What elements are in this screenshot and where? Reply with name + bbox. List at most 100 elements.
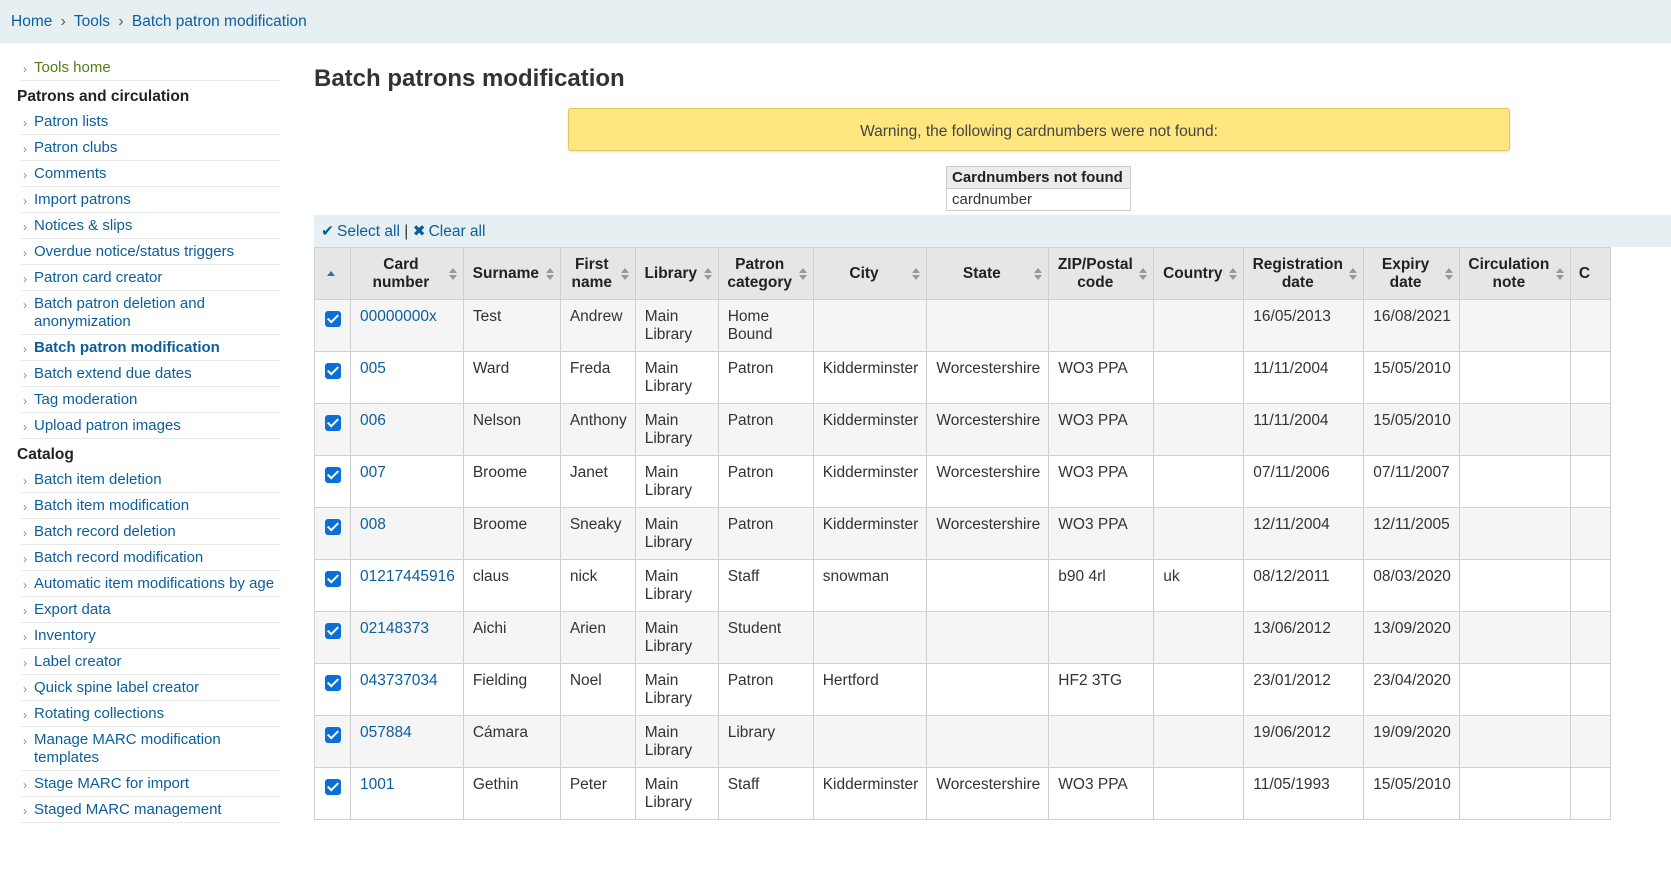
row-checkbox[interactable]	[324, 467, 341, 483]
row-checkbox[interactable]	[324, 727, 341, 743]
column-header-library[interactable]: Library	[634, 247, 719, 300]
sidebar-item-export-data[interactable]: › Export data	[21, 597, 279, 623]
card-number-link[interactable]: 02148373	[360, 620, 429, 637]
column-header-state[interactable]: State	[926, 247, 1050, 300]
sidebar-item-label[interactable]: Stage MARC for import	[34, 775, 189, 792]
sidebar-item-label[interactable]: Export data	[34, 601, 111, 618]
sidebar-item-label[interactable]: Quick spine label creator	[34, 679, 199, 696]
column-header-select[interactable]	[314, 247, 351, 300]
sidebar-item-label[interactable]: Import patrons	[34, 191, 131, 208]
sidebar-item-patron-clubs[interactable]: › Patron clubs	[21, 135, 279, 161]
sidebar-item-batch-record-modification[interactable]: › Batch record modification	[21, 545, 279, 571]
sidebar-item-batch-record-deletion[interactable]: › Batch record deletion	[21, 519, 279, 545]
card-number-link[interactable]: 1001	[360, 776, 394, 793]
sidebar-item-overdue-notice-status-triggers[interactable]: › Overdue notice/status triggers	[21, 239, 279, 265]
sidebar-item-staged-marc-management[interactable]: › Staged MARC management	[21, 797, 279, 823]
sidebar-item-stage-marc-for-import[interactable]: › Stage MARC for import	[21, 771, 279, 797]
card-number-link[interactable]: 01217445916	[360, 568, 455, 585]
sidebar-item-label[interactable]: Comments	[34, 165, 107, 182]
row-checkbox[interactable]	[324, 779, 341, 795]
sidebar-item-label[interactable]: Batch record deletion	[34, 523, 176, 540]
row-checkbox[interactable]	[324, 415, 341, 431]
cell-surname: claus	[462, 559, 561, 612]
sidebar-item-batch-item-deletion[interactable]: › Batch item deletion	[21, 467, 279, 493]
sidebar-item-label[interactable]: Patron clubs	[34, 139, 117, 156]
sidebar-item-notices-slips[interactable]: › Notices & slips	[21, 213, 279, 239]
sidebar-item-label[interactable]: Tools home	[34, 59, 111, 76]
sidebar-item-label[interactable]: Overdue notice/status triggers	[34, 243, 234, 260]
table-header-row: Card number Surname First name Library Patro…	[314, 247, 1611, 300]
column-header-patron-category[interactable]: Patron category	[717, 247, 814, 300]
sidebar-item-batch-extend-due-dates[interactable]: › Batch extend due dates	[21, 361, 279, 387]
breadcrumb-current-link[interactable]: Batch patron modification	[132, 13, 307, 30]
row-checkbox[interactable]	[324, 571, 341, 587]
sidebar-item-inventory[interactable]: › Inventory	[21, 623, 279, 649]
sidebar-item-label[interactable]: Patron card creator	[34, 269, 162, 286]
sidebar-item-label[interactable]: Automatic item modifications by age	[34, 575, 274, 592]
row-checkbox[interactable]	[324, 675, 341, 691]
cell-surname: Gethin	[462, 767, 561, 820]
card-number-link[interactable]: 005	[360, 360, 386, 377]
column-header-expiry-date[interactable]: Expiry date	[1363, 247, 1460, 300]
row-checkbox[interactable]	[324, 623, 341, 639]
sidebar-item-batch-patron-modification[interactable]: › Batch patron modification	[21, 335, 279, 361]
sidebar-item-batch-item-modification[interactable]: › Batch item modification	[21, 493, 279, 519]
sidebar-item-label[interactable]: Manage MARC modification templates	[34, 731, 221, 766]
clear-all-link[interactable]: Clear all	[429, 223, 486, 240]
sidebar-item-automatic-item-modifications-by-age[interactable]: › Automatic item modifications by age	[21, 571, 279, 597]
card-number-link[interactable]: 00000000x	[360, 308, 437, 325]
cell-state	[926, 715, 1050, 768]
sidebar-item-label[interactable]: Inventory	[34, 627, 96, 644]
sidebar-item-label[interactable]: Batch extend due dates	[34, 365, 192, 382]
column-header-registration-date[interactable]: Registration date	[1243, 247, 1365, 300]
sidebar-item-patron-card-creator[interactable]: › Patron card creator	[21, 265, 279, 291]
column-header-city[interactable]: City	[812, 247, 928, 300]
sidebar-item-rotating-collections[interactable]: › Rotating collections	[21, 701, 279, 727]
chevron-right-icon: ›	[23, 62, 27, 76]
sidebar-item-label[interactable]: Batch patron deletion and anonymization	[34, 295, 205, 330]
sidebar-item-label[interactable]: Label creator	[34, 653, 122, 670]
chevron-right-icon: ›	[23, 630, 27, 644]
column-header-label: Registration date	[1252, 255, 1343, 291]
sidebar-item-label[interactable]: Batch item deletion	[34, 471, 162, 488]
sidebar-item-patron-lists[interactable]: › Patron lists	[21, 109, 279, 135]
column-header-card-number[interactable]: Card number	[350, 247, 464, 300]
sidebar-item-label[interactable]: Notices & slips	[34, 217, 132, 234]
column-header-country[interactable]: Country	[1153, 247, 1245, 300]
card-number-link[interactable]: 043737034	[360, 672, 438, 689]
sidebar-item-manage-marc-modification-templates[interactable]: › Manage MARC modification templates	[21, 727, 279, 771]
sidebar-item-label-creator[interactable]: › Label creator	[21, 649, 279, 675]
sidebar-item-label[interactable]: Batch record modification	[34, 549, 203, 566]
sidebar-item-label[interactable]: Tag moderation	[34, 391, 137, 408]
sidebar-item-label[interactable]: Upload patron images	[34, 417, 181, 434]
column-header-surname[interactable]: Surname	[462, 247, 561, 300]
card-number-link[interactable]: 007	[360, 464, 386, 481]
sidebar-item-label[interactable]: Staged MARC management	[34, 801, 222, 818]
breadcrumb-home-link[interactable]: Home	[11, 13, 52, 30]
column-header-c[interactable]: C	[1569, 247, 1611, 300]
column-header-first-name[interactable]: First name	[559, 247, 636, 300]
sidebar-item-batch-patron-deletion-and-anonymization[interactable]: › Batch patron deletion and anonymization	[21, 291, 279, 335]
sidebar-item-upload-patron-images[interactable]: › Upload patron images	[21, 413, 279, 439]
sidebar-item-tools-home[interactable]: › Tools home	[21, 55, 279, 81]
column-header-circulation-note[interactable]: Circulation note	[1458, 247, 1571, 300]
row-checkbox[interactable]	[324, 519, 341, 535]
row-checkbox[interactable]	[324, 311, 341, 327]
breadcrumb-tools-link[interactable]: Tools	[74, 13, 110, 30]
cell-surname: Ward	[462, 351, 561, 404]
sidebar-item-quick-spine-label-creator[interactable]: › Quick spine label creator	[21, 675, 279, 701]
cell-exp: 15/05/2010	[1363, 403, 1460, 456]
column-header-zip-postal-code[interactable]: ZIP/Postal code	[1048, 247, 1155, 300]
card-number-link[interactable]: 008	[360, 516, 386, 533]
sidebar-item-label[interactable]: Batch item modification	[34, 497, 189, 514]
sidebar-item-label[interactable]: Batch patron modification	[34, 339, 220, 356]
row-checkbox[interactable]	[324, 363, 341, 379]
sidebar-item-label[interactable]: Patron lists	[34, 113, 108, 130]
select-all-link[interactable]: Select all	[337, 223, 400, 240]
card-number-link[interactable]: 057884	[360, 724, 412, 741]
sidebar-item-comments[interactable]: › Comments	[21, 161, 279, 187]
sidebar-item-label[interactable]: Rotating collections	[34, 705, 164, 722]
sidebar-item-import-patrons[interactable]: › Import patrons	[21, 187, 279, 213]
sidebar-item-tag-moderation[interactable]: › Tag moderation	[21, 387, 279, 413]
card-number-link[interactable]: 006	[360, 412, 386, 429]
